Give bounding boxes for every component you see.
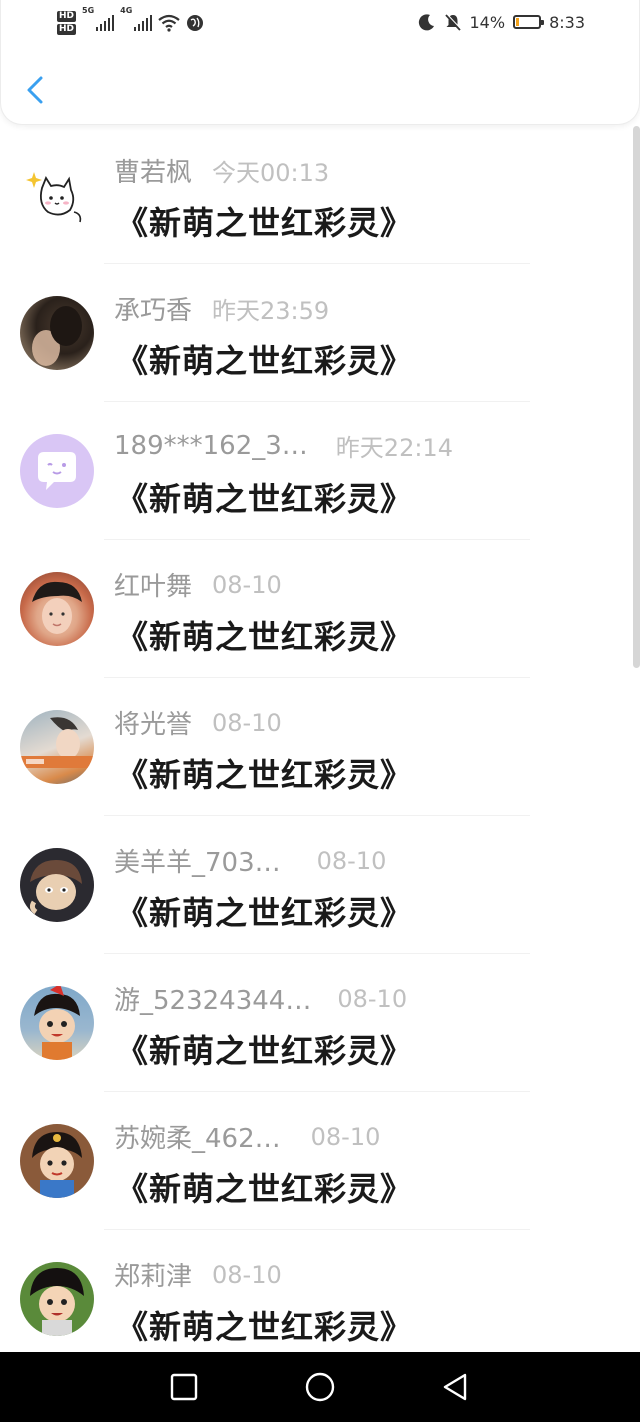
message-preview: 《新萌之世红彩灵》 — [116, 756, 414, 794]
sender-name: 美羊羊_703… — [114, 848, 281, 878]
photo-boy-2-icon — [20, 717, 94, 768]
message-time: 昨天23:59 — [212, 297, 330, 325]
list-item[interactable]: 将光誉 08-10 《新萌之世红彩灵》 — [0, 678, 640, 816]
list-item[interactable]: 游_52324344… 08-10 《新萌之世红彩灵》 — [0, 954, 640, 1092]
photo-dark-icon — [32, 306, 82, 366]
signal-bars-icon — [96, 15, 115, 31]
mute-bell-icon — [444, 13, 461, 31]
list-item[interactable]: 郑莉津 08-10 《新萌之世红彩灵》 — [0, 1230, 640, 1352]
item-meta: 郑莉津 08-10 — [114, 1256, 282, 1293]
message-time: 08-10 — [310, 1122, 381, 1151]
globe-icon — [187, 15, 204, 31]
circle-icon — [305, 1372, 335, 1402]
sender-name: 游_52324344… — [114, 986, 312, 1016]
item-meta: 游_52324344… 08-10 — [114, 980, 407, 1017]
avatar[interactable] — [20, 158, 94, 232]
sender-name: 曹若枫 — [114, 158, 193, 188]
item-meta: 189***162_3… 昨天22:14 — [114, 428, 453, 463]
system-back-button[interactable] — [437, 1369, 473, 1405]
list-item[interactable]: 承巧香 昨天23:59 《新萌之世红彩灵》 — [0, 264, 640, 402]
item-meta: 曹若枫 今天00:13 — [114, 152, 329, 189]
message-time: 08-10 — [337, 984, 408, 1013]
avatar[interactable] — [20, 1124, 94, 1198]
message-time: 08-10 — [212, 708, 282, 737]
back-button[interactable] — [17, 68, 57, 112]
status-left-group: HD HD 5G 4G — [57, 6, 204, 40]
hd-badge-1: HD — [57, 11, 77, 22]
cat-sticker-icon — [26, 172, 82, 223]
list-item[interactable]: 红叶舞 08-10 《新萌之世红彩灵》 — [0, 540, 640, 678]
status-bar: HD HD 5G 4G 14% 8:33 — [1, 0, 640, 44]
avatar[interactable] — [20, 296, 94, 370]
recents-button[interactable] — [166, 1369, 202, 1405]
chat-bubble-icon — [38, 452, 76, 490]
moon-icon — [418, 14, 434, 31]
item-meta: 承巧香 昨天23:59 — [114, 290, 329, 327]
avatar[interactable] — [20, 572, 94, 646]
list-item[interactable]: 苏婉柔_462… 08-10 《新萌之世红彩灵》 — [0, 1092, 640, 1230]
scrollbar[interactable] — [633, 126, 640, 668]
message-preview: 《新萌之世红彩灵》 — [116, 480, 414, 518]
top-header-card: HD HD 5G 4G 14% 8:33 — [0, 0, 640, 125]
message-preview: 《新萌之世红彩灵》 — [116, 1308, 414, 1346]
wifi-icon — [158, 14, 180, 32]
cartoon-1-icon — [29, 860, 82, 915]
message-preview: 《新萌之世红彩灵》 — [116, 1170, 414, 1208]
message-preview: 《新萌之世红彩灵》 — [116, 894, 414, 932]
avatar[interactable] — [20, 986, 94, 1060]
message-time: 08-10 — [212, 1260, 282, 1289]
message-preview: 《新萌之世红彩灵》 — [116, 1032, 414, 1070]
sender-name: 郑莉津 — [114, 1262, 193, 1292]
sender-name: 将光誉 — [114, 710, 193, 740]
home-button[interactable] — [302, 1369, 338, 1405]
list-item[interactable]: 189***162_3… 昨天22:14 《新萌之世红彩灵》 — [0, 402, 640, 540]
triangle-back-icon — [443, 1373, 467, 1401]
sender-name: 苏婉柔_462… — [114, 1124, 281, 1154]
hd-badge-2: HD — [57, 24, 77, 35]
battery-level-fill — [516, 18, 520, 26]
avatar[interactable] — [20, 848, 94, 922]
avatar[interactable] — [20, 434, 94, 508]
message-preview: 《新萌之世红彩灵》 — [116, 342, 414, 380]
hd-indicators: HD HD — [57, 11, 77, 35]
square-icon — [170, 1373, 198, 1401]
message-time: 08-10 — [212, 570, 282, 599]
signal-bars-icon-2 — [134, 15, 153, 31]
cartoon-4-icon — [30, 1268, 84, 1336]
item-meta: 美羊羊_703… 08-10 — [114, 842, 386, 879]
cartoon-2-icon — [34, 986, 80, 1060]
item-meta: 苏婉柔_462… 08-10 — [114, 1118, 380, 1155]
message-time: 08-10 — [316, 846, 387, 875]
message-time: 昨天22:14 — [335, 434, 453, 462]
message-preview: 《新萌之世红彩灵》 — [116, 204, 414, 242]
message-preview: 《新萌之世红彩灵》 — [116, 618, 414, 656]
message-time: 今天00:13 — [212, 159, 330, 187]
clock: 8:33 — [549, 12, 585, 32]
photo-boy-icon — [32, 581, 82, 634]
sender-name: 189***162_3… — [114, 430, 308, 461]
chevron-left-icon — [27, 76, 43, 104]
list-item[interactable]: 曹若枫 今天00:13 《新萌之世红彩灵》 — [0, 126, 640, 264]
avatar[interactable] — [20, 1262, 94, 1336]
sender-name: 红叶舞 — [114, 572, 193, 602]
avatar[interactable] — [20, 710, 94, 784]
item-meta: 红叶舞 08-10 — [114, 566, 282, 603]
cartoon-3-icon — [32, 1132, 82, 1198]
status-right-group: 14% 8:33 — [418, 8, 585, 36]
conversation-list[interactable]: 曹若枫 今天00:13 《新萌之世红彩灵》 承巧香 昨天23:59 《新萌之世红… — [0, 126, 640, 1352]
network-type-label-2: 4G — [120, 6, 133, 15]
navigation-bar — [0, 1352, 640, 1422]
battery-icon — [513, 15, 545, 29]
network-type-label: 5G — [82, 6, 95, 15]
sender-name: 承巧香 — [114, 296, 193, 326]
battery-percent: 14% — [469, 12, 506, 32]
list-item[interactable]: 美羊羊_703… 08-10 《新萌之世红彩灵》 — [0, 816, 640, 954]
item-meta: 将光誉 08-10 — [114, 704, 282, 741]
